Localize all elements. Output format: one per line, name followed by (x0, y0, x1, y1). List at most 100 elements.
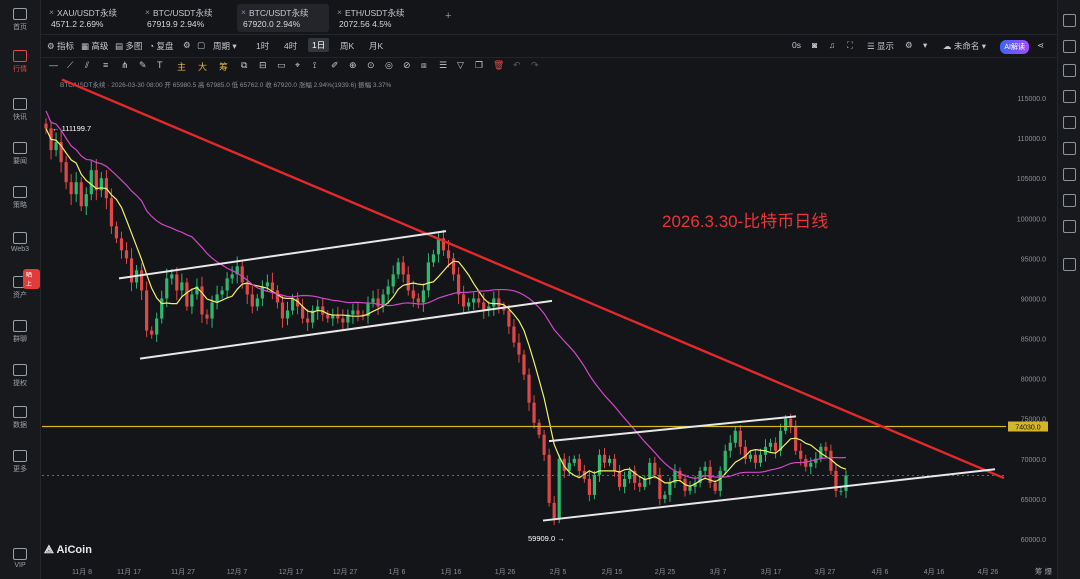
y-tick-label: 90000.0 (1021, 296, 1046, 303)
candle-body (456, 274, 461, 295)
chart-list-icon[interactable] (1063, 194, 1076, 207)
candle-body (376, 298, 380, 307)
candle-body (129, 258, 134, 283)
x-tick-label: 11月 8 (72, 568, 92, 576)
candle-body (426, 262, 430, 291)
candle-body (602, 454, 607, 463)
candle-body (703, 466, 707, 471)
list-icon[interactable] (1063, 40, 1076, 53)
channel2-top (548, 415, 797, 443)
candle-body (753, 454, 758, 463)
candle-body (240, 266, 244, 283)
x-tick-label: 1月 16 (441, 568, 462, 576)
candle-body (678, 470, 682, 479)
trades-icon[interactable] (1063, 168, 1076, 181)
candle-body (190, 294, 194, 307)
candle-body (799, 450, 803, 459)
candle-body (567, 462, 571, 471)
candle-body (205, 314, 209, 319)
candle-body (416, 298, 420, 303)
candle-body (230, 274, 234, 279)
candle-body (391, 274, 395, 287)
candle-body (623, 478, 627, 487)
candle-body (612, 458, 617, 471)
x-tick-label: 2月 15 (602, 568, 623, 576)
candle-body (421, 290, 425, 303)
candle-body (839, 490, 843, 492)
candle-body (356, 310, 360, 315)
candle-body (44, 123, 48, 129)
candle-body (371, 298, 375, 303)
candle-body (472, 298, 476, 303)
x-tick-label: 4月 16 (924, 568, 945, 576)
candle-body (537, 422, 541, 435)
y-tick-label: 100000.0 (1017, 216, 1046, 223)
bottom-right-tools[interactable]: 筹 爆 (1035, 566, 1052, 577)
candle-body (250, 294, 254, 307)
y-tick-label: 70000.0 (1021, 457, 1046, 464)
candle-body (79, 182, 83, 207)
alert-icon[interactable] (1063, 64, 1076, 77)
orders-icon[interactable] (1063, 90, 1076, 103)
candle-body (718, 470, 722, 491)
candle-body (89, 170, 93, 195)
candle-body (512, 326, 516, 343)
candle-body (245, 282, 249, 295)
candle-body (527, 374, 531, 403)
y-tick-label: 115000.0 (1017, 96, 1046, 103)
candle-body (477, 298, 481, 303)
candle-body (773, 442, 778, 451)
candle-body (411, 290, 415, 299)
calendar-icon[interactable] (1063, 220, 1076, 233)
candle-body (401, 262, 405, 275)
candle-body (145, 290, 149, 331)
high-price-label: ← 111199.7 (52, 124, 91, 133)
candle-body (809, 462, 813, 467)
y-tick-label: 85000.0 (1021, 337, 1046, 344)
candle-body (507, 310, 511, 327)
y-tick-label: 65000.0 (1021, 497, 1046, 504)
candle-body (592, 474, 597, 495)
candle-body (265, 282, 269, 287)
candle-body (150, 330, 154, 335)
candle-body (844, 475, 848, 491)
aicoin-logo: ⟁ AiCoin (44, 544, 92, 556)
price-chart[interactable]: 115000.0 110000.0 105000.0 100000.0 95000.0 9… (0, 0, 1058, 579)
candle-body (532, 402, 536, 423)
candle-body (768, 442, 773, 447)
candle-body (270, 282, 275, 291)
candle-body (577, 458, 581, 471)
candle-body (54, 142, 58, 151)
x-tick-label: 12月 17 (279, 568, 304, 576)
candle-body (119, 238, 124, 251)
candle-body (738, 430, 742, 447)
robot-icon[interactable] (1063, 258, 1076, 271)
low-price-label: 59909.0 → (528, 534, 565, 543)
depth-icon[interactable] (1063, 142, 1076, 155)
candle-body (723, 450, 727, 471)
candle-body (663, 494, 667, 499)
candle-body (74, 182, 78, 195)
candle-body (84, 194, 88, 207)
candle-body (462, 294, 466, 307)
candle-body (275, 290, 280, 303)
x-tick-label: 3月 7 (710, 568, 727, 576)
candle-body (290, 298, 295, 311)
candle-body (557, 458, 561, 519)
candle-body (165, 278, 169, 299)
candle-body (648, 462, 652, 479)
candle-body (446, 250, 451, 259)
panel-icon[interactable] (1063, 14, 1076, 27)
candle-body (547, 454, 551, 503)
y-tick-label: 95000.0 (1021, 256, 1046, 263)
x-tick-label: 2月 25 (655, 568, 676, 576)
candle-body (175, 274, 179, 291)
candle-body (653, 462, 657, 475)
candle-body (225, 278, 229, 291)
position-icon[interactable] (1063, 116, 1076, 129)
channel2-bottom (542, 468, 996, 522)
x-tick-label: 12月 27 (333, 568, 358, 576)
hline-price-label: 74030.0 (1015, 425, 1040, 432)
candle-body (587, 478, 591, 495)
candle-body (542, 434, 546, 455)
